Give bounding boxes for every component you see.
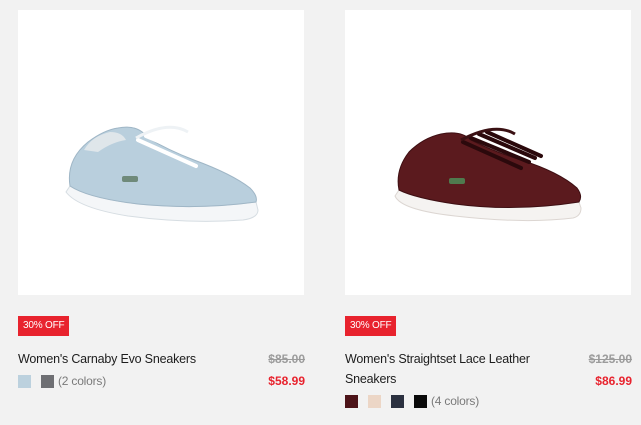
- original-price: $85.00: [268, 352, 305, 366]
- color-swatch-burgundy[interactable]: [345, 394, 358, 408]
- sneaker-illustration: [394, 127, 582, 222]
- color-swatch-black[interactable]: [414, 394, 427, 408]
- discount-badge: 30% OFF: [18, 316, 70, 336]
- product-title[interactable]: Women's Straightset Lace Leather Sneaker…: [345, 349, 535, 389]
- product-card[interactable]: 30% OFF Women's Straightset Lace Leather…: [345, 10, 632, 408]
- sale-price: $86.99: [595, 374, 632, 388]
- sale-price: $58.99: [268, 374, 305, 388]
- product-title[interactable]: Women's Carnaby Evo Sneakers: [18, 349, 208, 369]
- color-count: (4 colors): [431, 394, 480, 408]
- color-swatch-light-blue[interactable]: [18, 374, 31, 388]
- product-grid: 30% OFF Women's Carnaby Evo Sneakers $85…: [0, 0, 641, 425]
- product-image[interactable]: [18, 10, 304, 295]
- product-image[interactable]: [345, 10, 631, 295]
- color-swatch-beige[interactable]: [368, 394, 381, 408]
- product-card[interactable]: 30% OFF Women's Carnaby Evo Sneakers $85…: [18, 10, 305, 388]
- color-swatch-navy[interactable]: [391, 394, 404, 408]
- color-swatches: (4 colors): [345, 394, 479, 408]
- color-count: (2 colors): [58, 374, 107, 388]
- original-price: $125.00: [588, 352, 632, 366]
- discount-badge: 30% OFF: [345, 316, 397, 336]
- color-swatch-grey[interactable]: [41, 374, 54, 388]
- color-swatches: (2 colors): [18, 374, 106, 388]
- sneaker-illustration: [65, 125, 259, 222]
